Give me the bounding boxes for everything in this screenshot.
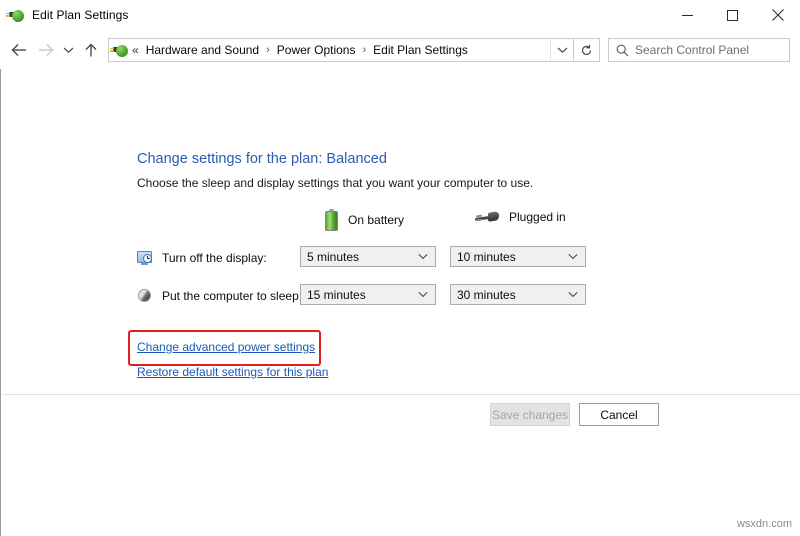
monitor-clock-icon [137,250,153,266]
page-title: Change settings for the plan: Balanced [137,151,387,167]
close-button[interactable] [755,0,800,30]
column-header-on-battery: On battery [325,209,404,231]
moon-icon [137,288,153,304]
search-box[interactable]: Search Control Panel [608,38,790,62]
column-header-plugged-in: Plugged in [475,209,566,225]
chevron-down-icon[interactable] [58,35,78,65]
dropdown-value: 15 minutes [307,288,366,302]
minimize-button[interactable] [665,0,710,30]
breadcrumb-item-edit-plan-settings[interactable]: Edit Plan Settings [371,42,470,58]
title-bar: Edit Plan Settings [0,0,800,31]
link-restore-default-settings[interactable]: Restore default settings for this plan [137,365,328,379]
chevron-down-icon [418,253,428,260]
refresh-button[interactable] [574,38,600,62]
edit-plan-settings-window: Edit Plan Settings [0,0,800,536]
setting-row-turn-off-display: Turn off the display: [137,247,267,269]
window-controls [665,0,800,30]
setting-row-sleep-label: Put the computer to sleep: [162,289,302,303]
breadcrumb-separator[interactable]: › [266,44,270,56]
power-plug-icon [9,7,25,23]
setting-row-sleep: Put the computer to sleep: [137,285,302,307]
breadcrumb-separator[interactable]: › [362,44,366,56]
breadcrumb-item-hardware-and-sound[interactable]: Hardware and Sound [144,42,261,58]
page-subtitle: Choose the sleep and display settings th… [137,176,533,190]
dropdown-value: 5 minutes [307,250,359,264]
dropdown-turn-off-display-plugged-in[interactable]: 10 minutes [450,246,586,267]
column-header-on-battery-label: On battery [348,213,404,227]
watermark: wsxdn.com [737,518,792,530]
column-header-plugged-in-label: Plugged in [509,210,566,224]
link-change-advanced-power-settings[interactable]: Change advanced power settings [137,340,315,354]
power-plug-icon [475,209,499,225]
back-button[interactable] [6,35,32,65]
save-changes-button[interactable]: Save changes [490,403,570,426]
chevron-down-icon [568,291,578,298]
navigation-bar: « Hardware and Sound › Power Options › E… [0,31,800,69]
chevron-down-icon [418,291,428,298]
footer-actions: Save changes Cancel [490,403,659,426]
dropdown-value: 10 minutes [457,250,516,264]
chevron-down-icon [568,253,578,260]
dropdown-sleep-on-battery[interactable]: 15 minutes [300,284,436,305]
maximize-button[interactable] [710,0,755,30]
search-input[interactable]: Search Control Panel [635,43,749,57]
setting-row-turn-off-display-label: Turn off the display: [162,251,267,265]
breadcrumb-item-power-options[interactable]: Power Options [275,42,358,58]
cancel-button[interactable]: Cancel [579,403,659,426]
search-icon [609,39,635,61]
battery-icon [325,209,338,231]
dropdown-turn-off-display-on-battery[interactable]: 5 minutes [300,246,436,267]
up-button[interactable] [78,35,104,65]
forward-button[interactable] [32,35,58,65]
window-title: Edit Plan Settings [32,8,129,22]
power-plug-icon [113,42,129,58]
address-bar[interactable]: « Hardware and Sound › Power Options › E… [108,38,574,62]
dropdown-sleep-plugged-in[interactable]: 30 minutes [450,284,586,305]
breadcrumb: « Hardware and Sound › Power Options › E… [132,42,550,58]
dropdown-value: 30 minutes [457,288,516,302]
footer-divider [2,394,800,395]
address-dropdown-chevron-icon[interactable] [550,39,573,61]
breadcrumb-overflow[interactable]: « [132,43,139,57]
content-area: Change settings for the plan: Balanced C… [0,69,800,536]
